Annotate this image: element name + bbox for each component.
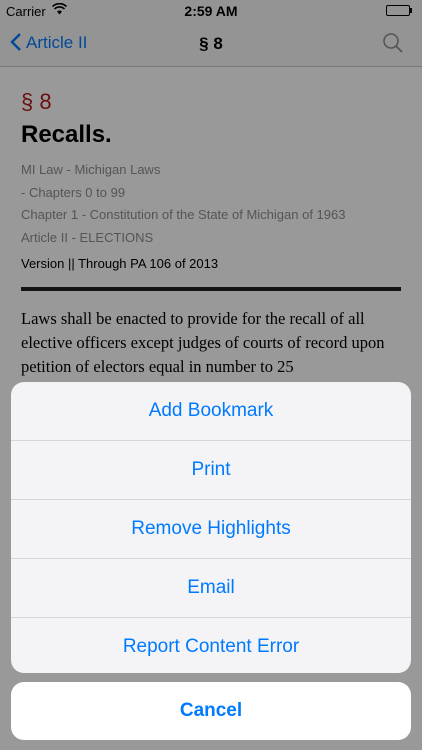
cancel-button[interactable]: Cancel — [11, 682, 411, 740]
print-button[interactable]: Print — [11, 441, 411, 500]
remove-highlights-button[interactable]: Remove Highlights — [11, 500, 411, 559]
add-bookmark-button[interactable]: Add Bookmark — [11, 382, 411, 441]
action-sheet: Add Bookmark Print Remove Highlights Ema… — [11, 382, 411, 673]
email-button[interactable]: Email — [11, 559, 411, 618]
report-content-error-button[interactable]: Report Content Error — [11, 618, 411, 673]
